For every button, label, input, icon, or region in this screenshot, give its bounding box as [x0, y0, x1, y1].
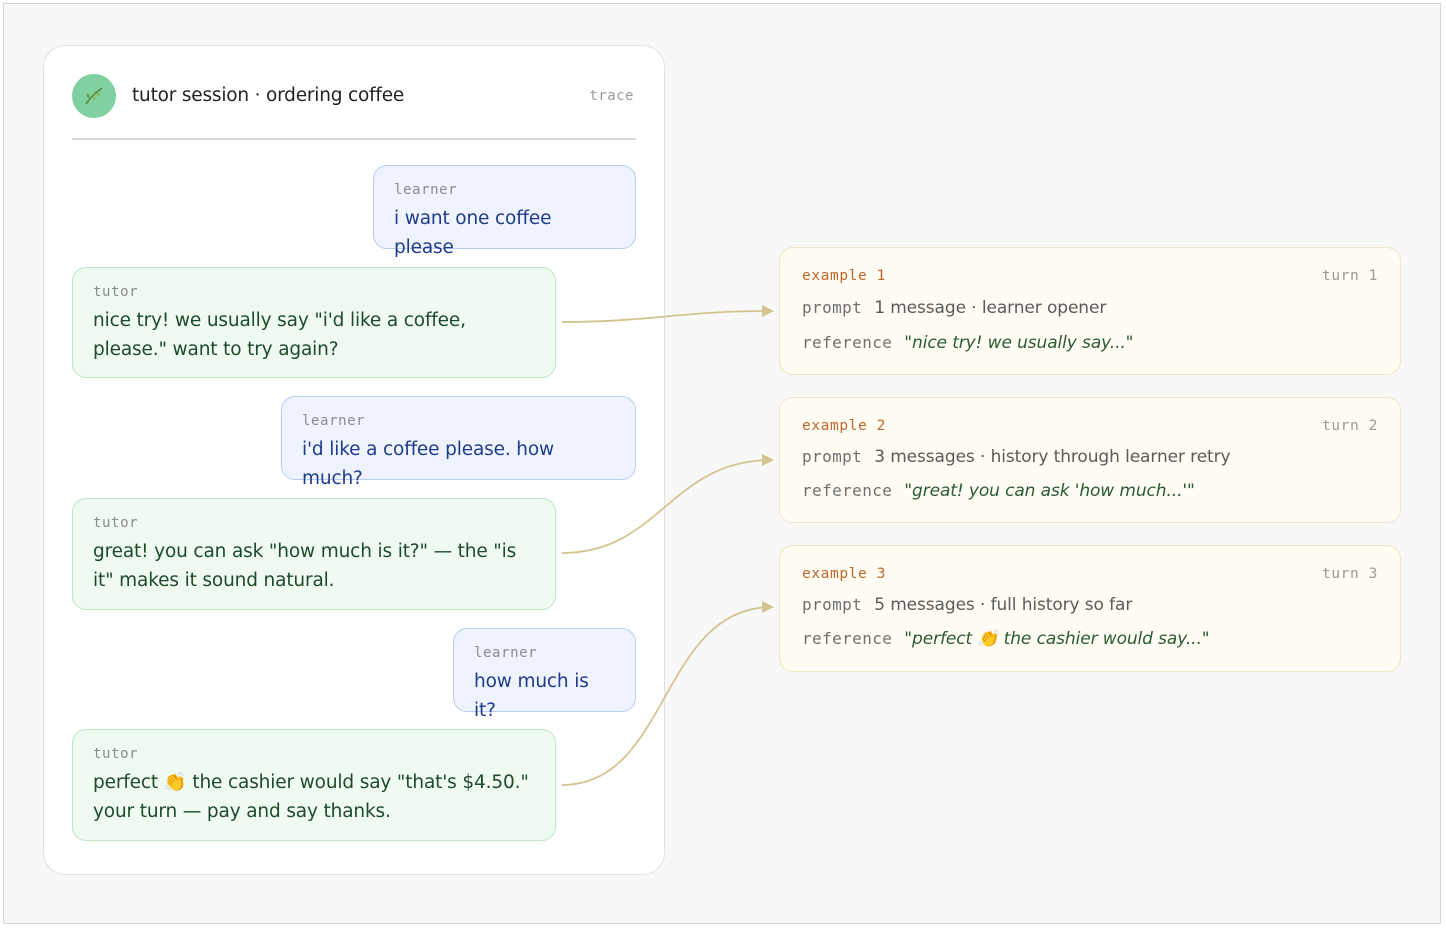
example-card: example 3 turn 3 prompt 5 messages · full… [779, 545, 1401, 672]
message-text: perfect 👏 the cashier would say "that's … [93, 772, 529, 822]
prompt-row: prompt 3 messages · history through learn… [802, 447, 1231, 467]
message-text: i want one coffee please [394, 208, 552, 258]
prompt-label: prompt [802, 298, 863, 317]
message-role: learner [474, 645, 538, 661]
tutor-message: tutor perfect 👏 the cashier would say "t… [72, 729, 556, 841]
example-card: example 2 turn 2 prompt 3 messages · hist… [779, 397, 1401, 523]
prompt-value: 5 messages · full history so far [874, 595, 1133, 615]
message-role: learner [394, 182, 458, 198]
reference-value: "great! you can ask 'how much...'" [904, 481, 1195, 501]
session-title: tutor session · ordering coffee [132, 85, 405, 106]
message-role: tutor [93, 284, 139, 300]
example-label: example 3 [802, 566, 886, 582]
learner-message: learner how much is it? [453, 628, 636, 721]
learner-message: learner i want one coffee please [373, 165, 636, 258]
example-card: example 1 turn 1 prompt 1 message · learn… [779, 247, 1401, 375]
reference-label: reference [802, 333, 893, 352]
reference-row: reference "great! you can ask 'how much..… [802, 481, 1195, 501]
reference-label: reference [802, 629, 893, 648]
reference-value: "perfect 👏 the cashier would say..." [904, 629, 1210, 649]
prompt-row: prompt 5 messages · full history so far [802, 595, 1132, 615]
prompt-value: 1 message · learner opener [874, 298, 1107, 318]
message-text: i'd like a coffee please. how much? [302, 439, 555, 489]
reference-row: reference "nice try! we usually say..." [802, 333, 1134, 353]
message-role: tutor [93, 515, 139, 531]
example-label: example 2 [802, 418, 886, 434]
message-role: tutor [93, 746, 139, 762]
example-label: example 1 [802, 268, 886, 284]
message-text: how much is it? [474, 671, 589, 721]
prompt-label: prompt [802, 595, 863, 614]
prompt-row: prompt 1 message · learner opener [802, 298, 1106, 318]
prompt-label: prompt [802, 447, 863, 466]
tutor-message: tutor nice try! we usually say "i'd like… [72, 267, 556, 378]
prompt-value: 3 messages · history through learner ret… [874, 447, 1231, 467]
reference-row: reference "perfect 👏 the cashier would sa… [802, 629, 1210, 649]
message-text: great! you can ask "how much is it?" — t… [93, 541, 517, 591]
reference-label: reference [802, 481, 893, 500]
turn-label: turn 1 [1322, 268, 1378, 284]
reference-value: "nice try! we usually say..." [904, 333, 1134, 353]
leaf-icon [72, 74, 116, 118]
header-divider [72, 138, 636, 140]
message-role: learner [302, 413, 366, 429]
turn-label: turn 2 [1322, 418, 1378, 434]
trace-label: trace [589, 88, 634, 104]
message-text: nice try! we usually say "i'd like a cof… [93, 310, 466, 360]
learner-message: learner i'd like a coffee please. how mu… [281, 396, 636, 489]
turn-label: turn 3 [1322, 566, 1378, 582]
tutor-message: tutor great! you can ask "how much is it… [72, 498, 556, 610]
